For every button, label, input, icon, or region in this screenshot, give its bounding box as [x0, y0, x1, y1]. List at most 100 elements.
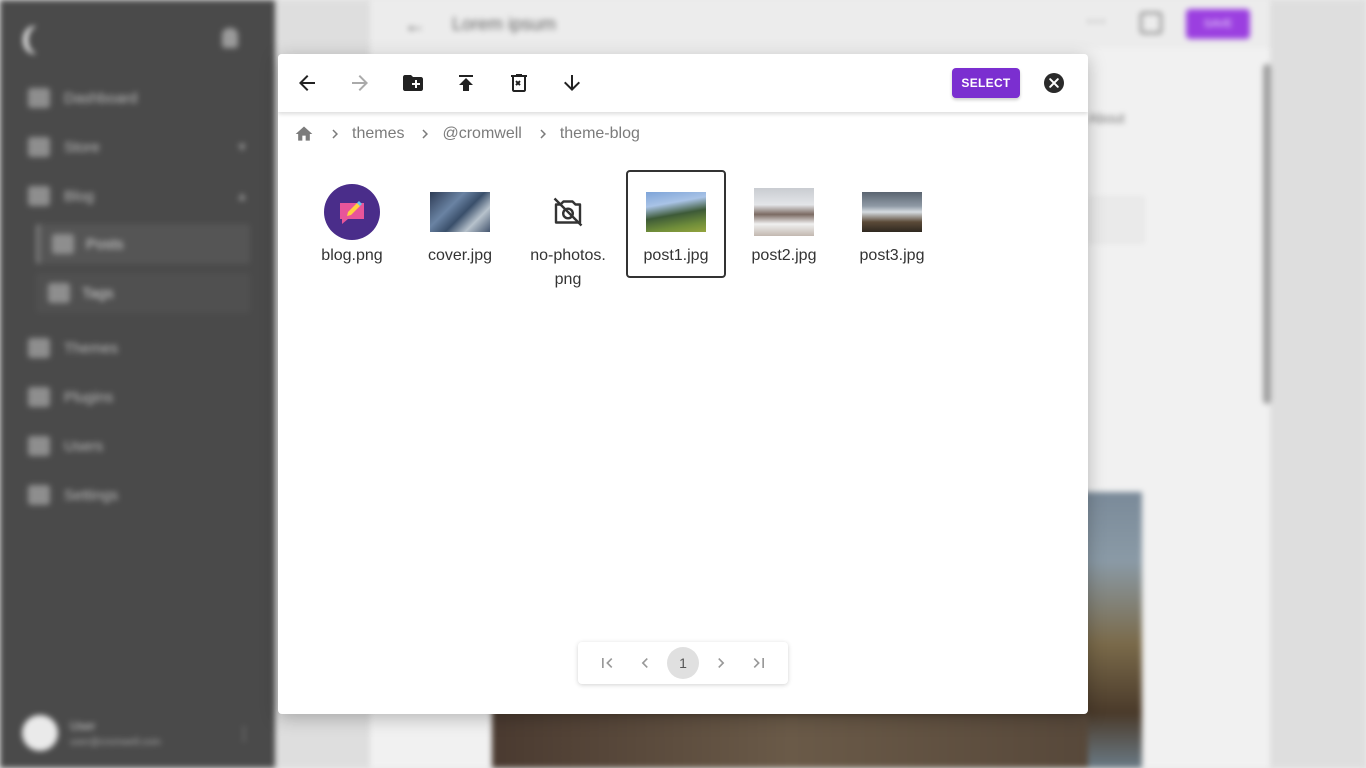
forward-button[interactable]	[346, 69, 374, 97]
chevron-right-icon	[422, 129, 429, 139]
sidebar-item-plugins[interactable]: Plugins	[28, 379, 248, 415]
sidebar-item-label: Tags	[82, 284, 114, 302]
sidebar-item-settings[interactable]: Settings	[28, 477, 248, 513]
user-email: user@cromwell.com	[70, 736, 161, 748]
sidebar-item-store[interactable]: Store ▼	[28, 129, 248, 165]
avatar[interactable]	[22, 715, 58, 751]
sidebar-item-users[interactable]: Users	[28, 428, 248, 464]
next-page-button[interactable]	[709, 651, 733, 675]
more-vert-icon[interactable]: ⋮	[236, 724, 252, 744]
featured-image-bottom	[492, 714, 1088, 768]
download-button[interactable]	[558, 69, 586, 97]
select-button[interactable]: SELECT	[952, 68, 1020, 98]
chevron-right-icon	[332, 129, 338, 139]
previous-page-button[interactable]	[633, 651, 657, 675]
about-label: About	[1088, 110, 1125, 126]
logo-icon	[28, 26, 50, 54]
no-photo-icon	[553, 197, 583, 227]
file-name: post3.jpg	[859, 247, 925, 264]
file-name: post2.jpg	[751, 247, 817, 264]
settings-icon	[28, 485, 50, 505]
create-folder-icon	[403, 75, 423, 91]
sidebar-item-label: Store	[64, 138, 100, 156]
file-item-post1[interactable]: post1.jpg	[626, 170, 726, 278]
close-circle-icon	[1044, 73, 1064, 93]
file-name: post1.jpg	[643, 247, 709, 264]
sidebar-item-themes[interactable]: Themes	[28, 330, 248, 366]
breadcrumb: themes @cromwell theme-blog	[294, 124, 640, 144]
sidebar-item-label: Settings	[64, 486, 119, 504]
sidebar-item-label: Dashboard	[64, 89, 138, 107]
user-info: User user@cromwell.com	[22, 715, 161, 751]
file-name: no-photos.png	[530, 247, 606, 288]
chevron-down-icon: ▼	[236, 140, 248, 154]
pagination: 1	[578, 642, 788, 684]
arrow-back-icon	[299, 75, 315, 91]
sidebar: Dashboard Store ▼ Blog ▲ Posts Tags Them…	[0, 0, 275, 768]
file-item-blog[interactable]: blog.png	[302, 170, 402, 278]
create-folder-button[interactable]	[399, 69, 427, 97]
file-name: blog.png	[321, 247, 383, 264]
open-in-new-icon[interactable]	[1140, 12, 1162, 34]
delete-button[interactable]	[505, 69, 533, 97]
close-button[interactable]	[1042, 71, 1066, 95]
delete-icon	[511, 74, 527, 92]
user-name: User	[70, 718, 96, 733]
blog-icon	[28, 186, 50, 206]
blog-edit-icon	[340, 201, 364, 224]
sidebar-subitem-tags[interactable]: Tags	[36, 273, 250, 313]
home-icon[interactable]	[294, 124, 314, 144]
sidebar-item-blog[interactable]: Blog ▲	[28, 178, 248, 214]
scrollbar[interactable]	[1263, 64, 1271, 404]
file-item-no-photos[interactable]: no-photos.png	[518, 170, 618, 288]
more-horiz-icon[interactable]: ···	[1086, 10, 1106, 33]
sidebar-item-label: Posts	[86, 235, 124, 253]
current-page[interactable]: 1	[667, 647, 699, 679]
file-manager-toolbar: SELECT	[278, 54, 1088, 112]
file-manager-dialog: SELECT themes @cromwell theme-blog blog.…	[278, 54, 1088, 714]
save-button[interactable]: SAVE	[1186, 9, 1250, 39]
last-page-button[interactable]	[747, 651, 771, 675]
file-thumbnail	[324, 184, 380, 240]
upload-icon	[459, 75, 473, 91]
arrow-back-icon[interactable]: ←	[404, 12, 426, 38]
tags-icon	[48, 283, 70, 303]
file-name: cover.jpg	[427, 247, 493, 264]
notifications-icon[interactable]	[222, 28, 238, 48]
file-grid: blog.png cover.jpg no-photos.png post1.j…	[278, 170, 1088, 300]
breadcrumb-item-cromwell[interactable]: @cromwell	[442, 125, 521, 143]
users-icon	[28, 436, 50, 456]
file-thumbnail	[646, 192, 706, 232]
chevron-left-icon	[641, 658, 648, 668]
plugins-icon	[28, 387, 50, 407]
file-thumbnail	[862, 192, 922, 232]
last-page-icon	[753, 658, 764, 668]
first-page-button[interactable]	[595, 651, 619, 675]
dashboard-icon	[28, 88, 50, 108]
back-button[interactable]	[293, 69, 321, 97]
themes-icon	[28, 338, 50, 358]
file-thumbnail	[430, 192, 490, 232]
sidebar-item-label: Users	[64, 437, 104, 455]
page-title: Lorem ipsum	[452, 14, 557, 34]
breadcrumb-item-themes[interactable]: themes	[352, 125, 404, 143]
sidebar-item-label: Blog	[64, 187, 95, 205]
first-page-icon	[602, 658, 613, 668]
text-field[interactable]	[1088, 197, 1144, 243]
file-item-cover[interactable]: cover.jpg	[410, 170, 510, 278]
chevron-up-icon: ▲	[236, 189, 248, 203]
posts-icon	[52, 234, 74, 254]
sidebar-item-label: Plugins	[64, 388, 114, 406]
file-item-post3[interactable]: post3.jpg	[842, 170, 942, 278]
breadcrumb-item-theme-blog[interactable]: theme-blog	[560, 125, 640, 143]
upload-button[interactable]	[452, 69, 480, 97]
file-thumbnail	[754, 188, 814, 236]
chevron-right-icon	[540, 129, 546, 139]
sidebar-subitem-posts[interactable]: Posts	[36, 224, 250, 264]
arrow-forward-icon	[352, 75, 368, 91]
download-icon	[564, 75, 580, 91]
sidebar-item-label: Themes	[64, 339, 119, 357]
chevron-right-icon	[718, 658, 725, 668]
file-item-post2[interactable]: post2.jpg	[734, 170, 834, 278]
sidebar-item-dashboard[interactable]: Dashboard	[28, 80, 248, 116]
